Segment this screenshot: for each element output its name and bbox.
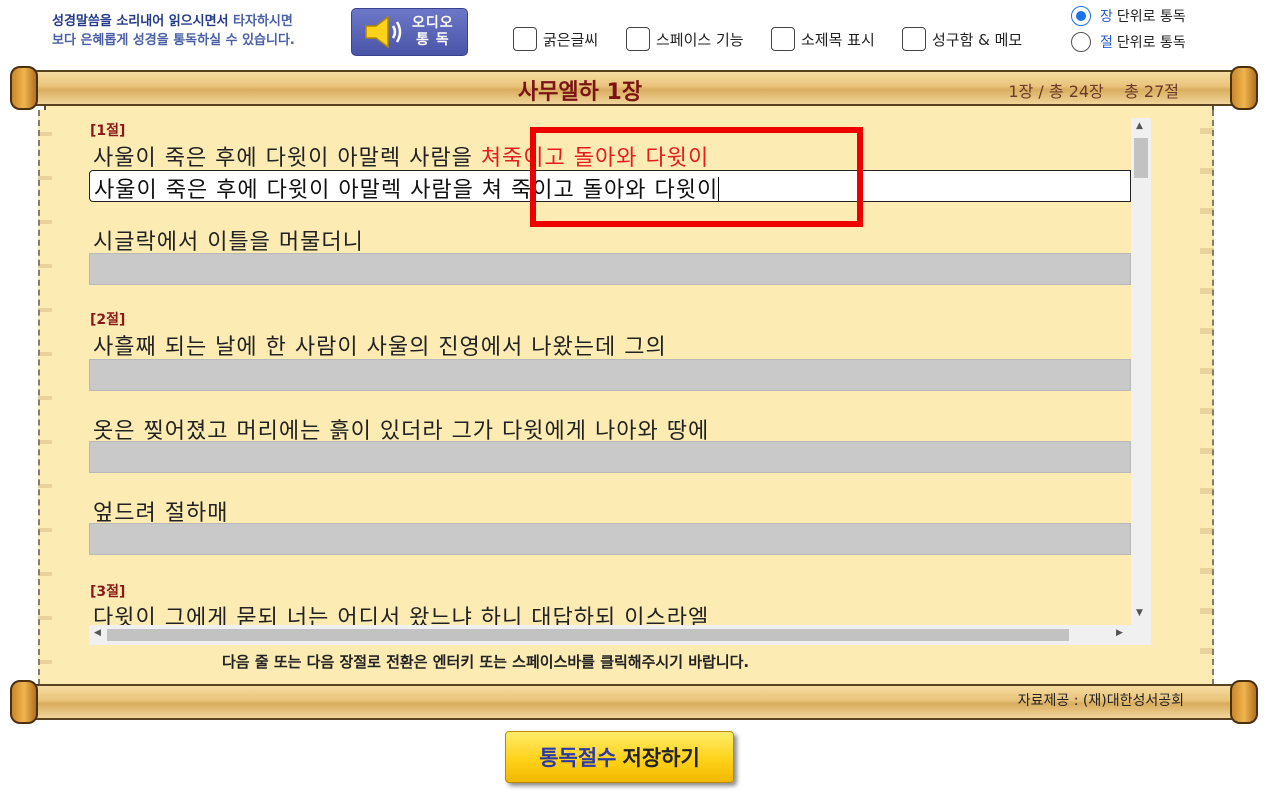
checkbox-box[interactable] — [771, 27, 795, 51]
checkbox-box[interactable] — [902, 27, 926, 51]
bold-font-checkbox[interactable]: 굵은글씨 — [513, 26, 598, 52]
chapter-progress: 1장 / 총 24장 총 27절 — [1008, 82, 1179, 101]
scroll-knob-icon — [1230, 66, 1258, 110]
horizontal-scrollbar[interactable]: ◀ ▶ — [89, 625, 1131, 645]
verse-text-line: 시글락에서 이틀을 머물더니 — [93, 230, 364, 255]
chapter-title: 사무엘하 1장 — [517, 80, 643, 105]
radio-unselected[interactable] — [1071, 32, 1091, 52]
scroll-torn-edge-left — [38, 110, 52, 685]
notice-emphasis: 성경말씀을 소리내어 읽으시면서 — [52, 14, 229, 29]
verse-label: [3절] — [90, 584, 126, 600]
checkbox-label: 굵은글씨 — [543, 30, 599, 49]
verse-label: [1절] — [90, 123, 126, 139]
notice-rest: 타자하시면 — [228, 14, 293, 29]
typing-input[interactable] — [89, 253, 1131, 285]
scroll-knob-icon — [1230, 680, 1258, 724]
audio-label: 오디오 통 독 — [412, 15, 454, 48]
checkbox-box[interactable] — [513, 27, 537, 51]
checkbox-label: 소제목 표시 — [801, 30, 875, 49]
verse-text-line: 다윗이 그에게 묻되 너는 어디서 왔느냐 하니 대답하되 이스라엘 — [93, 606, 710, 625]
audio-reading-button[interactable]: 오디오 통 독 — [351, 8, 468, 56]
typing-input[interactable] — [89, 441, 1131, 473]
radio-selected[interactable] — [1071, 6, 1091, 26]
verse-text-line: 사흘째 되는 날에 한 사람이 사울의 진영에서 나왔는데 그의 — [93, 335, 667, 360]
reading-notice: 성경말씀을 소리내어 읽으시면서 타자하시면 보다 은혜롭게 성경을 통독하실 … — [52, 12, 352, 50]
navigation-hint: 다음 줄 또는 다음 장절로 전환은 엔터키 또는 스페이스바를 클릭해주시기 … — [222, 653, 750, 671]
notice-line2: 보다 은혜롭게 성경을 통독하실 수 있습니다. — [52, 33, 295, 48]
scroll-knob-icon — [10, 66, 38, 110]
checkbox-label: 스페이스 기능 — [656, 30, 744, 49]
scroll-right-icon[interactable]: ▶ — [1116, 628, 1123, 638]
space-function-checkbox[interactable]: 스페이스 기능 — [626, 26, 744, 52]
checkbox-box[interactable] — [626, 27, 650, 51]
chapter-unit-radio[interactable]: 장 단위로 통독 — [1071, 5, 1186, 27]
scroll-left-icon[interactable]: ◀ — [94, 628, 101, 638]
checkbox-label: 성구함 & 메모 — [932, 30, 1023, 49]
scroll-knob-icon — [10, 680, 38, 724]
scroll-down-icon[interactable]: ▼ — [1136, 608, 1143, 618]
speaker-icon — [365, 15, 402, 49]
scrollbar-thumb[interactable] — [1134, 138, 1148, 178]
verse-unit-radio[interactable]: 절 단위로 통독 — [1071, 31, 1186, 53]
scrollbar-thumb[interactable] — [107, 629, 1069, 641]
subtitle-display-checkbox[interactable]: 소제목 표시 — [771, 26, 875, 52]
typing-input[interactable] — [89, 359, 1131, 391]
save-reading-count-button[interactable]: 통독절수 저장하기 — [505, 731, 734, 783]
verse-label: [2절] — [90, 312, 126, 328]
highlight-annotation — [530, 127, 863, 227]
scroll-up-icon[interactable]: ▲ — [1136, 121, 1143, 131]
typing-input[interactable] — [89, 523, 1131, 555]
scroll-torn-edge-right — [1200, 110, 1214, 685]
source-credit: 자료제공 : (재)대한성서공회 — [1017, 693, 1184, 709]
scrollbar-corner — [1131, 625, 1151, 645]
vertical-scrollbar[interactable]: ▲ ▼ — [1131, 118, 1151, 625]
verse-box-memo-checkbox[interactable]: 성구함 & 메모 — [902, 26, 1022, 52]
